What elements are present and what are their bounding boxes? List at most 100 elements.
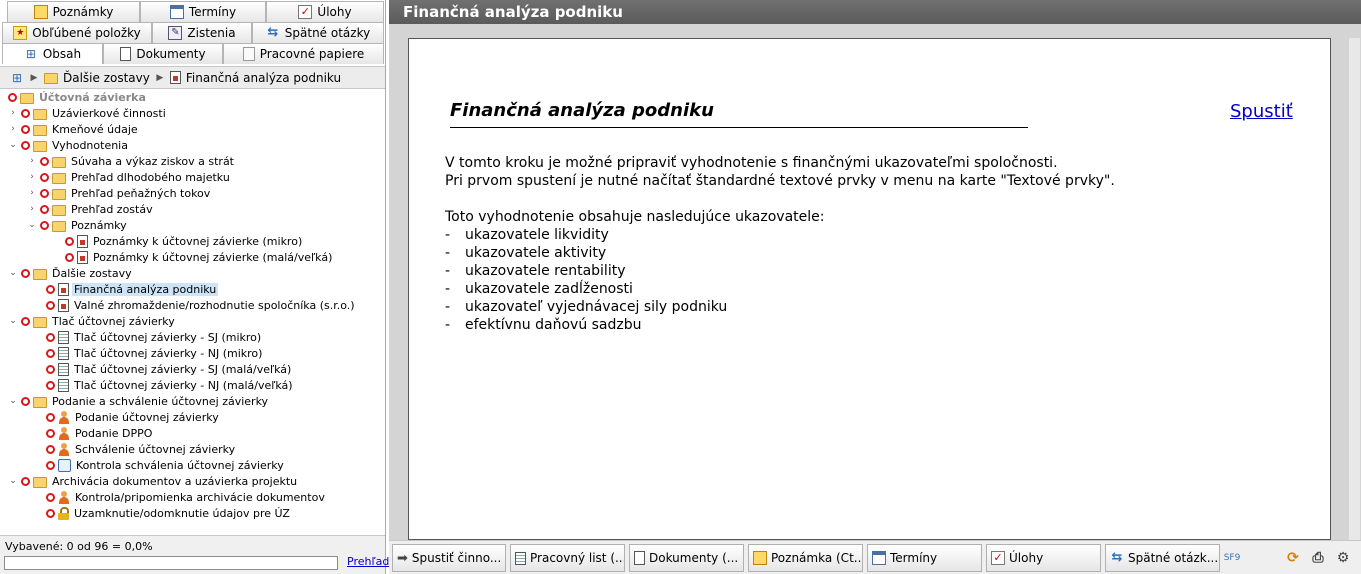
tab-spatne-otazky[interactable]: ⇆ Spätné otázky [252, 22, 384, 43]
tab-terminy[interactable]: Termíny [140, 1, 266, 22]
chevron-right-icon[interactable]: › [27, 172, 37, 182]
status-icon [21, 108, 30, 118]
settings-icon[interactable]: ⚙ [1335, 550, 1351, 566]
tasks-button[interactable]: ✓ Úlohy [986, 544, 1101, 572]
tree-node[interactable]: Uzamknutie/odomknutie údajov pre ÚZ [46, 505, 292, 521]
tree-node[interactable]: ⌄ Podanie a schválenie účtovnej závierky [8, 393, 270, 409]
dash-marker: - [445, 245, 451, 261]
run-link[interactable]: Spustiť [1230, 101, 1293, 122]
breadcrumb-item[interactable]: Ďalšie zostavy [63, 71, 150, 85]
chevron-right-icon[interactable]: ▶ [29, 73, 39, 83]
note-icon [33, 5, 48, 19]
tree-label: Archivácia dokumentov a uzávierka projek… [52, 474, 298, 488]
tree-icon[interactable]: ⊞ [10, 71, 24, 85]
tree-node[interactable]: Kontrola schválenia účtovnej závierky [46, 457, 286, 473]
arrow-right-icon: ➡ [397, 550, 408, 566]
tree-node-root[interactable]: Účtovná závierka [8, 89, 148, 105]
back-arrow-icon: ⇆ [1111, 550, 1123, 565]
tree-node-selected[interactable]: Finančná analýza podniku [46, 281, 219, 297]
tree-label: Kontrola schválenia účtovnej závierky [76, 458, 284, 472]
status-icon [46, 508, 55, 518]
tree-node[interactable]: ⌄ Vyhodnotenia [8, 137, 130, 153]
chevron-down-icon[interactable]: ⌄ [8, 316, 18, 326]
status-icon [21, 124, 30, 134]
tab-label: Pracovné papiere [259, 47, 365, 61]
chevron-right-icon[interactable]: ▶ [155, 73, 165, 83]
tree-node[interactable]: ⌄ Ďalšie zostavy [8, 265, 134, 281]
tab-obsah[interactable]: ⊞ Obsah [2, 43, 103, 64]
tree-node[interactable]: ⌄ Archivácia dokumentov a uzávierka proj… [8, 473, 299, 489]
feedback-questions-button[interactable]: ⇆ Spätné otázk... [1105, 544, 1220, 572]
tree-node[interactable]: Tlač účtovnej závierky - SJ (mikro) [46, 329, 263, 345]
tab-label: Zistenia [187, 26, 236, 40]
print-icon[interactable]: ⎙ [1310, 550, 1326, 566]
list-item: - ukazovatele aktivity [445, 244, 1115, 262]
chevron-down-icon[interactable]: ⌄ [8, 268, 18, 278]
tab-oblubene-polozky[interactable]: ★ Obľúbené položky [2, 22, 152, 43]
tab-zistenia[interactable]: ✎ Zistenia [152, 22, 252, 43]
breadcrumb: ⊞ ▶ Ďalšie zostavy ▶ Finančná analýza po… [0, 66, 385, 89]
note-icon [753, 551, 767, 565]
tree-node[interactable]: › Kmeňové údaje [8, 121, 140, 137]
breadcrumb-item[interactable]: Finančná analýza podniku [186, 71, 341, 85]
tree-node[interactable]: Poznámky k účtovnej závierke (malá/veľká… [65, 249, 334, 265]
tab-dokumenty[interactable]: Dokumenty [103, 43, 223, 64]
document-page: Finančná analýza podniku Spustiť V tomto… [408, 38, 1331, 540]
tree-node[interactable]: Tlač účtovnej závierky - NJ (mikro) [46, 345, 264, 361]
star-icon: ★ [13, 26, 28, 40]
document-heading: Finančná analýza podniku [450, 100, 1028, 128]
tab-ulohy[interactable]: ✓ Úlohy [266, 1, 384, 22]
tab-label: Spätné otázky [284, 26, 371, 40]
chevron-down-icon[interactable]: ⌄ [8, 476, 18, 486]
status-icon [21, 140, 30, 150]
chevron-right-icon[interactable]: › [8, 108, 18, 118]
tab-poznamky[interactable]: Poznámky [7, 1, 140, 22]
tree-node[interactable]: › Súvaha a výkaz ziskov a strát [27, 153, 236, 169]
list-item-text: ukazovatele zadĺženosti [465, 281, 633, 297]
status-icon [8, 92, 17, 102]
tree-node[interactable]: Tlač účtovnej závierky - NJ (malá/veľká) [46, 377, 295, 393]
tree-node[interactable]: › Prehľad peňažných tokov [27, 185, 212, 201]
note-button[interactable]: Poznámka (Ct... [748, 544, 863, 572]
tree-node[interactable]: ⌄ Tlač účtovnej závierky [8, 313, 177, 329]
findings-icon: ✎ [168, 26, 183, 40]
chevron-right-icon[interactable]: › [27, 204, 37, 214]
tree-node[interactable]: Tlač účtovnej závierky - SJ (malá/veľká) [46, 361, 293, 377]
documents-button[interactable]: Dokumenty (... [629, 544, 744, 572]
vertical-scrollbar[interactable] [1349, 38, 1360, 540]
tree-node[interactable]: Podanie účtovnej závierky [46, 409, 221, 425]
worksheet-button[interactable]: Pracovný list (... [510, 544, 625, 572]
report-icon [77, 234, 88, 248]
tree-label: Prehľad zostáv [71, 202, 153, 216]
list-item-text: ukazovatele aktivity [465, 245, 607, 261]
chevron-down-icon[interactable]: ⌄ [8, 396, 18, 406]
progress-footer: Vybavené: 0 od 96 = 0,0% Prehľad [0, 535, 389, 574]
tree-node[interactable]: Kontrola/pripomienka archivácie dokument… [46, 489, 327, 505]
tree-node[interactable]: › Prehľad zostáv [27, 201, 155, 217]
chevron-down-icon[interactable]: ⌄ [8, 140, 18, 150]
tab-pracovne-papiere[interactable]: Pracovné papiere [223, 43, 384, 64]
paragraph: Toto vyhodnotenie obsahuje nasledujúce u… [445, 209, 825, 225]
terms-button[interactable]: Termíny [867, 544, 982, 572]
chevron-right-icon[interactable]: › [8, 124, 18, 134]
tab-label: Obsah [42, 47, 82, 61]
tree-node[interactable]: › Uzávierkové činnosti [8, 105, 168, 121]
run-activity-button[interactable]: ➡ Spustiť činno... [392, 544, 506, 572]
tree-node[interactable]: › Prehľad dlhodobého majetku [27, 169, 232, 185]
chevron-down-icon[interactable]: ⌄ [27, 220, 37, 230]
tree-node[interactable]: Schválenie účtovnej závierky [46, 441, 237, 457]
sf9-icon[interactable]: SF9 [1224, 550, 1241, 566]
folder-icon [44, 73, 58, 84]
tree-node[interactable]: Podanie DPPO [46, 425, 154, 441]
folder-icon [33, 316, 47, 328]
tree-node[interactable]: Valné zhromaždenie/rozhodnutie spoločník… [46, 297, 357, 313]
chevron-right-icon[interactable]: › [27, 188, 37, 198]
tree-node[interactable]: ⌄ Poznámky [27, 217, 129, 233]
tree-node[interactable]: Poznámky k účtovnej závierke (mikro) [65, 233, 304, 249]
dash-marker: - [445, 227, 451, 243]
chevron-right-icon[interactable]: › [27, 156, 37, 166]
overview-link[interactable]: Prehľad [347, 555, 389, 568]
refresh-icon[interactable]: ⟳ [1285, 550, 1301, 566]
tree-label: Podanie a schválenie účtovnej závierky [52, 394, 269, 408]
folder-icon [33, 124, 47, 136]
